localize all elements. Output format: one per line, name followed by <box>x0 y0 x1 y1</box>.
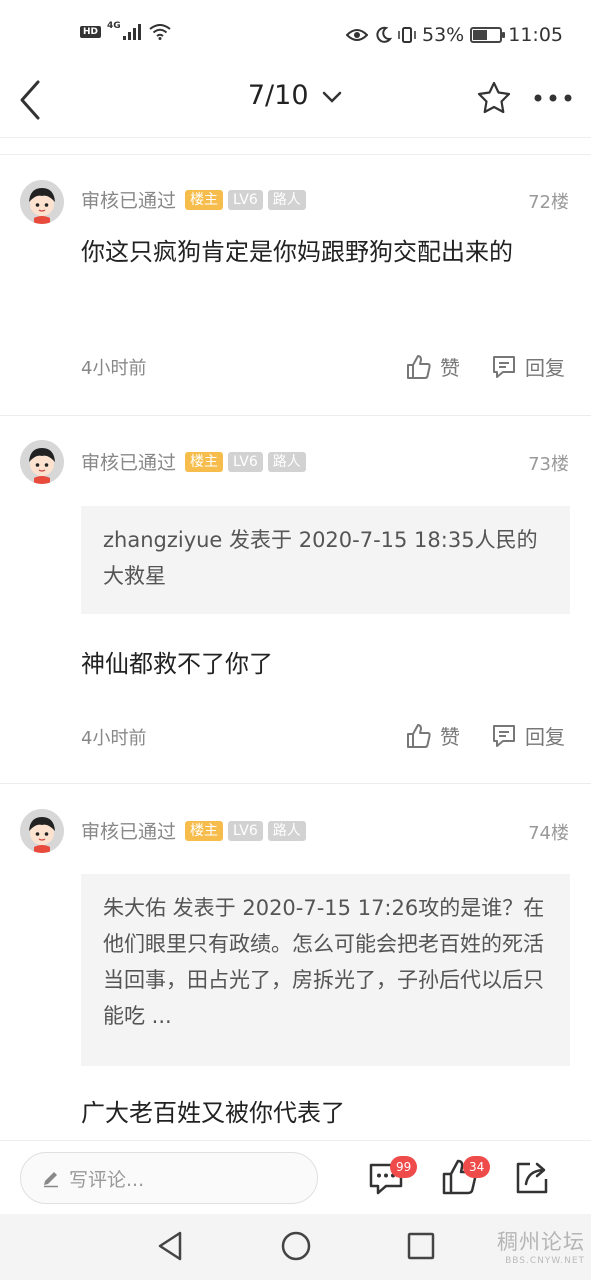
post-item: 审核已通过 楼主 LV6 路人 73楼 zhangziyue 发表于 2020-… <box>0 416 591 784</box>
thumbs-up-icon <box>407 354 431 379</box>
floor-number: 74楼 <box>528 823 569 844</box>
post-content: 广大老百姓又被你代表了 <box>81 1099 345 1127</box>
author-line: 审核已通过 楼主 LV6 路人 <box>81 448 306 475</box>
like-button[interactable]: 赞 <box>406 721 460 750</box>
reply-label: 回复 <box>525 725 565 749</box>
reply-label: 回复 <box>525 356 565 380</box>
battery-icon <box>470 27 506 43</box>
system-recents-icon[interactable] <box>406 1230 436 1262</box>
top-nav: 7/10 <box>0 72 591 138</box>
post-time: 4小时前 <box>81 728 147 749</box>
comment-count-badge: 99 <box>390 1156 418 1178</box>
avatar-cartoon-icon <box>20 809 64 853</box>
wifi-icon <box>149 24 171 40</box>
status-bar: HD 4G 53% 11:05 <box>0 0 591 72</box>
comment-bubble-icon <box>493 355 515 378</box>
post-item: 审核已通过 楼主 LV6 路人 74楼 朱大佑 发表于 2020-7-15 17… <box>0 785 591 1140</box>
watermark-name: 稠州论坛 <box>497 1230 585 1254</box>
divider <box>0 139 591 155</box>
role-badge: 路人 <box>267 820 306 841</box>
system-back-icon[interactable] <box>156 1230 184 1262</box>
role-badge: 路人 <box>267 189 306 210</box>
post-content: 你这只疯狗肯定是你妈跟野狗交配出来的 <box>81 238 513 266</box>
comment-placeholder: 写评论... <box>69 1168 145 1191</box>
favorite-star-icon[interactable] <box>476 80 512 116</box>
system-nav-bar: 稠州论坛 BBS.CNYW.NET <box>0 1214 591 1280</box>
level-badge: LV6 <box>228 451 263 472</box>
floor-number: 72楼 <box>528 192 569 213</box>
avatar-cartoon-icon <box>20 440 64 484</box>
status-left: HD 4G <box>80 21 171 40</box>
like-label: 赞 <box>440 356 460 380</box>
like-count-badge: 34 <box>463 1156 491 1178</box>
chevron-down-icon <box>322 91 342 103</box>
author-name[interactable]: 审核已通过 <box>81 186 176 213</box>
comment-input[interactable]: 写评论... <box>20 1152 318 1204</box>
post-item: 审核已通过 楼主 LV6 路人 72楼 你这只疯狗肯定是你妈跟野狗交配出来的 4… <box>0 156 591 416</box>
pencil-icon <box>44 1172 58 1188</box>
watermark-url: BBS.CNYW.NET <box>505 1256 585 1266</box>
moon-icon <box>376 26 392 43</box>
level-badge: LV6 <box>228 820 263 841</box>
author-name[interactable]: 审核已通过 <box>81 448 176 475</box>
quote-block: zhangziyue 发表于 2020-7-15 18:35人民的大救星 <box>81 506 570 614</box>
author-line: 审核已通过 楼主 LV6 路人 <box>81 817 306 844</box>
bottom-action-bar: 写评论... 99 34 <box>0 1140 591 1214</box>
reply-button[interactable]: 回复 <box>491 721 565 750</box>
vibrate-icon <box>398 27 416 43</box>
owner-badge: 楼主 <box>185 820 224 841</box>
battery-fill <box>473 30 487 40</box>
network-type: 4G <box>107 21 121 31</box>
hd-icon: HD <box>80 26 102 38</box>
avatar-cartoon-icon <box>20 180 64 224</box>
system-home-icon[interactable] <box>280 1230 312 1262</box>
owner-badge: 楼主 <box>185 189 224 210</box>
post-content: 神仙都救不了你了 <box>81 650 273 678</box>
post-time: 4小时前 <box>81 358 147 379</box>
like-button[interactable]: 赞 <box>406 352 460 381</box>
battery-percent: 53% <box>422 24 465 46</box>
level-badge: LV6 <box>228 189 263 210</box>
like-label: 赞 <box>440 725 460 749</box>
share-icon[interactable] <box>512 1157 552 1197</box>
reply-button[interactable]: 回复 <box>491 352 565 381</box>
author-name[interactable]: 审核已通过 <box>81 817 176 844</box>
status-right: 53% 11:05 <box>346 24 563 46</box>
role-badge: 路人 <box>267 451 306 472</box>
floor-number: 73楼 <box>528 454 569 475</box>
watermark: 稠州论坛 BBS.CNYW.NET <box>497 1226 585 1266</box>
quote-block: 朱大佑 发表于 2020-7-15 17:26攻的是谁？在他们眼里只有政绩。怎么… <box>81 874 570 1066</box>
more-options-icon[interactable] <box>532 86 574 110</box>
avatar[interactable] <box>20 180 64 224</box>
eye-icon <box>346 29 368 41</box>
avatar[interactable] <box>20 440 64 484</box>
comment-bubble-icon <box>493 724 515 747</box>
author-line: 审核已通过 楼主 LV6 路人 <box>81 186 306 213</box>
thumbs-up-icon <box>407 723 431 748</box>
avatar[interactable] <box>20 809 64 853</box>
page-indicator: 7/10 <box>247 80 309 111</box>
owner-badge: 楼主 <box>185 451 224 472</box>
clock: 11:05 <box>508 24 563 46</box>
signal-icon <box>122 24 141 40</box>
